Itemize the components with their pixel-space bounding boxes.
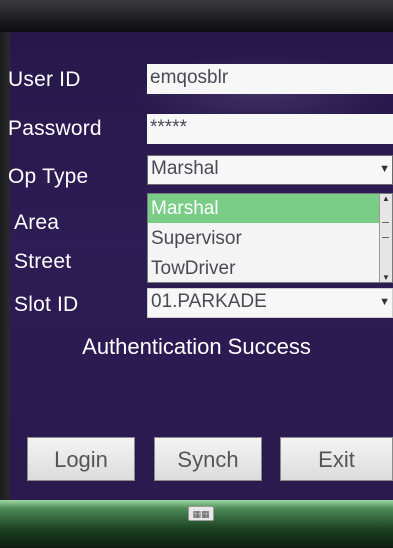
device-bezel-left (0, 32, 10, 500)
dropdown-option-marshal[interactable]: Marshal (148, 194, 380, 223)
op-type-value: Marshal (151, 158, 219, 179)
slot-id-select[interactable]: 01.PARKADE ▼ (147, 288, 393, 318)
scroll-up-icon[interactable]: ▲ (380, 194, 392, 203)
device-bezel (0, 0, 393, 32)
scroll-thumb[interactable] (382, 222, 389, 238)
user-id-field[interactable]: emqosblr (147, 64, 393, 94)
dropdown-option-supervisor[interactable]: Supervisor (148, 224, 380, 253)
area-label: Area (14, 211, 60, 234)
street-label: Street (14, 250, 72, 273)
keyboard-icon[interactable]: ▦▦ (188, 506, 214, 521)
dropdown-option-towdriver[interactable]: TowDriver (148, 254, 380, 282)
status-message: Authentication Success (82, 334, 311, 359)
exit-button[interactable]: Exit (280, 437, 393, 481)
slot-id-label: Slot ID (14, 293, 79, 316)
password-field[interactable]: ***** (147, 114, 393, 144)
taskbar: ▦▦ (0, 500, 393, 548)
dropdown-scrollbar[interactable]: ▲ ▼ (379, 194, 392, 282)
chevron-down-icon[interactable]: ▼ (379, 290, 390, 314)
scroll-down-icon[interactable]: ▼ (380, 273, 392, 282)
synch-button[interactable]: Synch (154, 437, 262, 481)
password-label: Password (8, 117, 102, 140)
op-type-dropdown: Marshal Supervisor TowDriver ▲ ▼ (147, 193, 393, 283)
chevron-down-icon[interactable]: ▼ (379, 157, 390, 181)
user-id-label: User ID (8, 68, 81, 91)
login-button[interactable]: Login (27, 437, 135, 481)
slot-id-value: 01.PARKADE (151, 291, 267, 312)
op-type-label: Op Type (8, 165, 89, 188)
op-type-select[interactable]: Marshal ▼ (147, 155, 393, 185)
